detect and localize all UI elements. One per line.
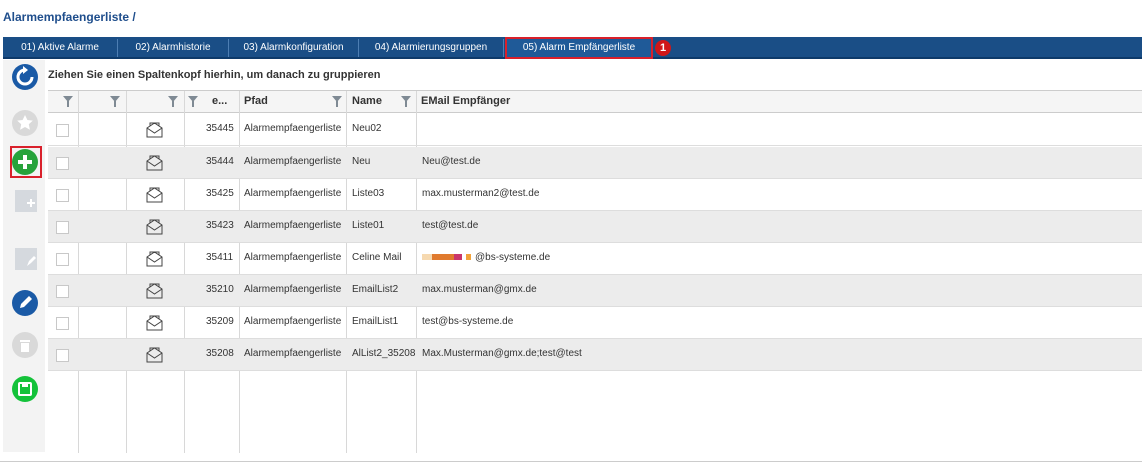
cell-email: test@bs-systeme.de	[422, 316, 514, 327]
star-icon	[17, 115, 33, 130]
cell-email-redacted: @bs-systeme.de	[422, 252, 550, 263]
filter-icon[interactable]	[332, 96, 342, 107]
data-grid: e... Pfad Name EMail Empfänger 35445 Ala…	[48, 90, 1142, 453]
redaction-mark	[466, 254, 471, 261]
mail-list-icon	[146, 122, 163, 138]
cell-pfad: Alarmempfaengerliste	[244, 156, 342, 167]
filter-icon[interactable]	[401, 96, 411, 107]
cell-id: 35209	[206, 316, 234, 327]
mail-list-icon	[146, 347, 163, 363]
add-folder-icon	[27, 199, 35, 207]
cell-id: 35423	[206, 220, 234, 231]
cell-name: AlList2_35208	[352, 348, 416, 359]
cell-pfad: Alarmempfaengerliste	[244, 220, 342, 231]
cell-name: Neu	[352, 156, 371, 167]
cell-pfad: Alarmempfaengerliste	[244, 284, 342, 295]
cell-id: 35444	[206, 156, 234, 167]
save-button[interactable]	[12, 376, 38, 402]
table-row[interactable]: 35444 Alarmempfaengerliste Neu Neu@test.…	[48, 147, 1142, 179]
edit-folder-button[interactable]	[15, 248, 37, 270]
cell-pfad: Alarmempfaengerliste	[244, 348, 342, 359]
cell-name: Celine Mail	[352, 252, 402, 263]
cell-pfad: Alarmempfaengerliste	[244, 316, 342, 327]
mail-list-icon	[146, 283, 163, 299]
filter-icon[interactable]	[188, 96, 198, 107]
delete-button[interactable]	[12, 332, 38, 358]
divider	[0, 461, 1142, 462]
column-header-pfad[interactable]: Pfad	[244, 95, 268, 107]
row-checkbox[interactable]	[56, 253, 69, 266]
table-row[interactable]: 35411 Alarmempfaengerliste Celine Mail @…	[48, 243, 1142, 275]
mail-list-icon	[146, 315, 163, 331]
refresh-icon	[16, 66, 34, 86]
tab-alarm-empfaengerliste[interactable]: 05) Alarm Empfängerliste	[505, 37, 653, 59]
cell-email: Max.Musterman@gmx.de;test@test	[422, 348, 582, 359]
filter-icon[interactable]	[63, 96, 73, 107]
cell-id: 35208	[206, 348, 234, 359]
tab-alarmierungsgruppen[interactable]: 04) Alarmierungsgruppen	[359, 39, 504, 57]
cell-pfad: Alarmempfaengerliste	[244, 123, 342, 134]
save-icon	[18, 382, 32, 396]
row-checkbox[interactable]	[56, 285, 69, 298]
edit-button[interactable]	[12, 290, 38, 316]
mail-list-icon	[146, 155, 163, 171]
cell-id: 35425	[206, 188, 234, 199]
row-checkbox[interactable]	[56, 189, 69, 202]
table-row[interactable]: 35210 Alarmempfaengerliste EmailList2 ma…	[48, 275, 1142, 307]
filter-icon[interactable]	[168, 96, 178, 107]
add-folder-button[interactable]	[15, 190, 37, 212]
cell-name: EmailList2	[352, 284, 399, 295]
cell-name: Liste03	[352, 188, 385, 199]
row-checkbox[interactable]	[56, 221, 69, 234]
cell-email: test@test.de	[422, 220, 479, 231]
row-checkbox[interactable]	[56, 157, 69, 170]
side-toolbar	[3, 60, 45, 452]
row-checkbox[interactable]	[56, 349, 69, 362]
table-row[interactable]: 35423 Alarmempfaengerliste Liste01 test@…	[48, 211, 1142, 243]
breadcrumb: Alarmempfaengerliste /	[3, 10, 136, 24]
column-header-name[interactable]: Name	[352, 95, 382, 107]
group-hint: Ziehen Sie einen Spaltenkopf hierhin, um…	[48, 69, 381, 81]
column-header-e[interactable]: e...	[212, 95, 227, 107]
cell-name: Neu02	[352, 123, 382, 134]
cell-id: 35445	[206, 123, 234, 134]
table-row[interactable]: 35445 Alarmempfaengerliste Neu02	[48, 114, 1142, 146]
filter-icon[interactable]	[110, 96, 120, 107]
tab-alarmhistorie[interactable]: 02) Alarmhistorie	[118, 39, 229, 57]
cell-name: EmailList1	[352, 316, 399, 327]
redaction-mark	[432, 254, 454, 261]
redaction-mark	[422, 254, 432, 261]
edit-folder-icon	[27, 256, 36, 266]
mail-list-icon	[146, 187, 163, 203]
column-header-email[interactable]: EMail Empfänger	[421, 95, 510, 107]
cell-pfad: Alarmempfaengerliste	[244, 252, 342, 263]
cell-email: max.musterman2@test.de	[422, 188, 540, 199]
cell-email: Neu@test.de	[422, 156, 481, 167]
trash-icon	[20, 340, 30, 352]
cell-id: 35411	[206, 252, 234, 263]
row-checkbox[interactable]	[56, 124, 69, 137]
pencil-icon	[20, 296, 32, 308]
table-row[interactable]: 35208 Alarmempfaengerliste AlList2_35208…	[48, 339, 1142, 371]
table-row[interactable]: 35209 Alarmempfaengerliste EmailList1 te…	[48, 307, 1142, 339]
tab-bar: 01) Aktive Alarme 02) Alarmhistorie 03) …	[3, 37, 1142, 59]
tab-aktive-alarme[interactable]: 01) Aktive Alarme	[3, 39, 118, 57]
row-checkbox[interactable]	[56, 317, 69, 330]
cell-email: max.musterman@gmx.de	[422, 284, 537, 295]
cell-name: Liste01	[352, 220, 385, 231]
mail-list-icon	[146, 219, 163, 235]
cell-email: @bs-systeme.de	[475, 252, 551, 263]
mail-list-icon	[146, 251, 163, 267]
callout-badge-1: 1	[655, 40, 671, 56]
favorite-button[interactable]	[12, 110, 38, 136]
table-row[interactable]: 35425 Alarmempfaengerliste Liste03 max.m…	[48, 179, 1142, 211]
cell-pfad: Alarmempfaengerliste	[244, 188, 342, 199]
add-button-highlight	[10, 146, 42, 178]
tab-alarmkonfiguration[interactable]: 03) Alarmkonfiguration	[229, 39, 359, 57]
grid-header: e... Pfad Name EMail Empfänger	[48, 91, 1142, 113]
refresh-button[interactable]	[12, 64, 38, 90]
redaction-mark	[454, 254, 462, 261]
cell-id: 35210	[206, 284, 234, 295]
